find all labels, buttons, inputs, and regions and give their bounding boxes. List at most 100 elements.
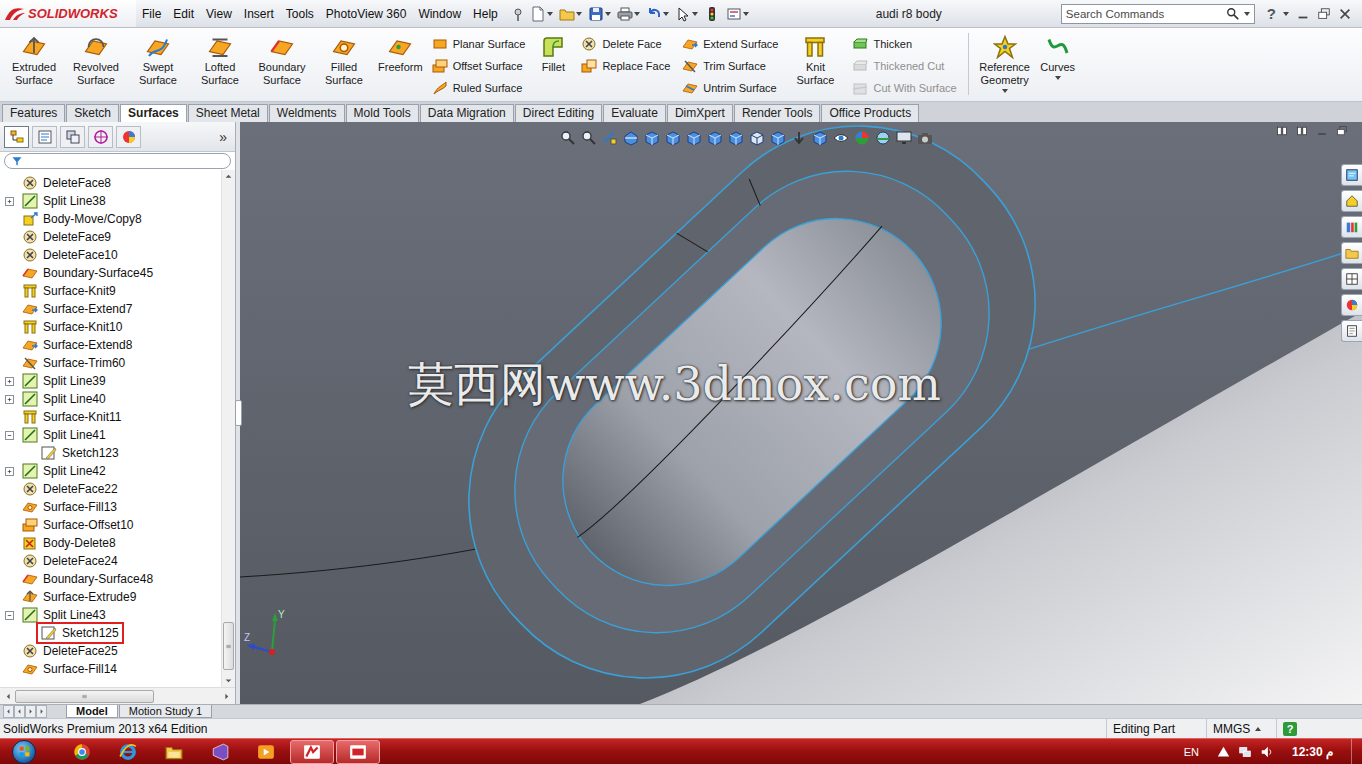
taskbar-app[interactable] (60, 740, 104, 764)
logo[interactable]: SOLIDWORKS (0, 0, 136, 27)
tool-button[interactable] (644, 4, 671, 24)
tree-item[interactable]: Surface-Offset10 (0, 516, 221, 534)
menu-item[interactable]: Window (412, 1, 467, 27)
menu-item[interactable]: Edit (167, 1, 200, 27)
tree-item[interactable]: Surface-Extend7 (0, 300, 221, 318)
mag-icon[interactable] (581, 130, 597, 146)
close-icon[interactable] (1338, 7, 1352, 21)
panel-tab[interactable] (4, 126, 29, 148)
tree-item[interactable]: Surface-Knit11 (0, 408, 221, 426)
restore-icon[interactable] (1336, 125, 1348, 137)
tree-item[interactable]: Sketch125 (0, 624, 221, 642)
network-icon[interactable] (1238, 745, 1252, 759)
task-pane-button[interactable] (1341, 216, 1362, 238)
ribbon-button[interactable]: Swept Surface (128, 33, 188, 89)
task-pane-button[interactable] (1341, 164, 1362, 186)
ribbon-button[interactable]: Reference Geometry (975, 33, 1035, 95)
command-tab[interactable]: Weldments (269, 104, 345, 122)
tree-item[interactable]: DeleteFace24 (0, 552, 221, 570)
tree-item[interactable]: Surface-Fill14 (0, 660, 221, 678)
expander[interactable] (5, 377, 14, 386)
action-center-icon[interactable] (1217, 745, 1230, 758)
ribbon-button[interactable]: Extruded Surface (4, 33, 64, 89)
right-arrow-icon[interactable] (222, 692, 231, 701)
scene-icon[interactable] (875, 130, 891, 146)
ribbon-small-button[interactable]: Replace Face (581, 55, 670, 77)
ribbon-button[interactable]: Fillet (532, 33, 574, 76)
horizontal-scrollbar[interactable] (0, 687, 235, 704)
scroll-thumb[interactable] (223, 622, 234, 670)
tool-button[interactable] (557, 4, 584, 24)
splitter-handle[interactable] (235, 400, 242, 426)
last-tab-button[interactable] (36, 705, 47, 718)
command-tab[interactable]: Data Migration (420, 104, 514, 122)
tree-item[interactable]: Body-Move/Copy8 (0, 210, 221, 228)
command-tab[interactable]: Evaluate (603, 104, 666, 122)
model-view[interactable] (240, 122, 1362, 704)
arrow-down-icon[interactable] (791, 130, 807, 146)
tool-button[interactable] (586, 4, 613, 24)
ribbon-small-button[interactable]: Trim Surface (682, 55, 778, 77)
cube-icon[interactable] (707, 130, 723, 146)
expander[interactable] (5, 197, 14, 206)
command-tab[interactable]: Surfaces (120, 104, 187, 122)
ribbon-button[interactable]: Lofted Surface (190, 33, 250, 89)
cube-icon[interactable] (644, 130, 660, 146)
ribbon-small-button[interactable]: Delete Face (581, 33, 670, 55)
tree-item[interactable]: Boundary-Surface45 (0, 264, 221, 282)
tree-item[interactable]: Body-Delete8 (0, 534, 221, 552)
left-arrow-icon[interactable] (4, 692, 13, 701)
eye-icon[interactable] (833, 130, 849, 146)
scroll-up[interactable] (222, 170, 235, 183)
command-tab[interactable]: Sketch (66, 104, 119, 122)
tree-item[interactable]: Split Line40 (0, 390, 221, 408)
tree-item[interactable]: Surface-Knit9 (0, 282, 221, 300)
tree-item[interactable]: DeleteFace9 (0, 228, 221, 246)
command-tab[interactable]: Features (2, 104, 65, 122)
first-tab-button[interactable] (3, 705, 14, 718)
graphics-area[interactable]: 莫西网www.3dmox.comYZ (240, 122, 1362, 704)
ribbon-button[interactable]: Boundary Surface (252, 33, 312, 89)
command-tab[interactable]: Render Tools (734, 104, 821, 122)
ribbon-button[interactable]: Filled Surface (314, 33, 374, 89)
ribbon-button[interactable]: Revolved Surface (66, 33, 126, 89)
ribbon-button[interactable]: Curves (1037, 33, 1079, 82)
tree-item[interactable]: DeleteFace25 (0, 642, 221, 660)
taskbar-app[interactable] (152, 740, 196, 764)
scroll-thumb[interactable] (15, 690, 154, 703)
taskbar-app[interactable] (336, 740, 380, 764)
expander[interactable] (5, 395, 14, 404)
tree-item[interactable]: Surface-Knit10 (0, 318, 221, 336)
cube-icon[interactable] (728, 130, 744, 146)
scroll-down[interactable] (222, 674, 235, 687)
tree-item[interactable]: Surface-Trim60 (0, 354, 221, 372)
ribbon-small-button[interactable]: Thicken (852, 33, 956, 55)
tree-item[interactable]: Surface-Fill13 (0, 498, 221, 516)
task-pane-button[interactable] (1341, 320, 1362, 342)
more-panels-button[interactable]: » (219, 129, 231, 145)
tree-item[interactable]: Split Line42 (0, 462, 221, 480)
language-indicator[interactable]: EN (1184, 746, 1199, 758)
ribbon-small-button[interactable]: Cut With Surface (852, 77, 956, 99)
tree-item[interactable]: Split Line43 (0, 606, 221, 624)
cube-icon[interactable] (770, 130, 786, 146)
tree-item[interactable]: Surface-Extend8 (0, 336, 221, 354)
expander[interactable] (5, 467, 14, 476)
command-tab[interactable]: Mold Tools (346, 104, 419, 122)
command-tab[interactable]: DimXpert (667, 104, 733, 122)
vertical-scrollbar[interactable] (221, 170, 235, 687)
volume-icon[interactable] (1260, 745, 1274, 759)
tile-icon[interactable] (1296, 125, 1308, 137)
show-desktop[interactable] (1351, 739, 1362, 764)
taskbar-app[interactable] (290, 740, 334, 764)
minimize-icon[interactable] (1296, 7, 1310, 21)
ribbon-small-button[interactable]: Extend Surface (682, 33, 778, 55)
ribbon-button[interactable]: Freeform (376, 33, 425, 76)
menu-item[interactable]: View (200, 1, 238, 27)
cube-icon[interactable] (686, 130, 702, 146)
tree-item[interactable]: Split Line39 (0, 372, 221, 390)
ribbon-small-button[interactable]: Offset Surface (432, 55, 526, 77)
tool-button[interactable] (702, 4, 722, 24)
task-pane-button[interactable] (1341, 242, 1362, 264)
sphere-icon[interactable] (854, 130, 870, 146)
